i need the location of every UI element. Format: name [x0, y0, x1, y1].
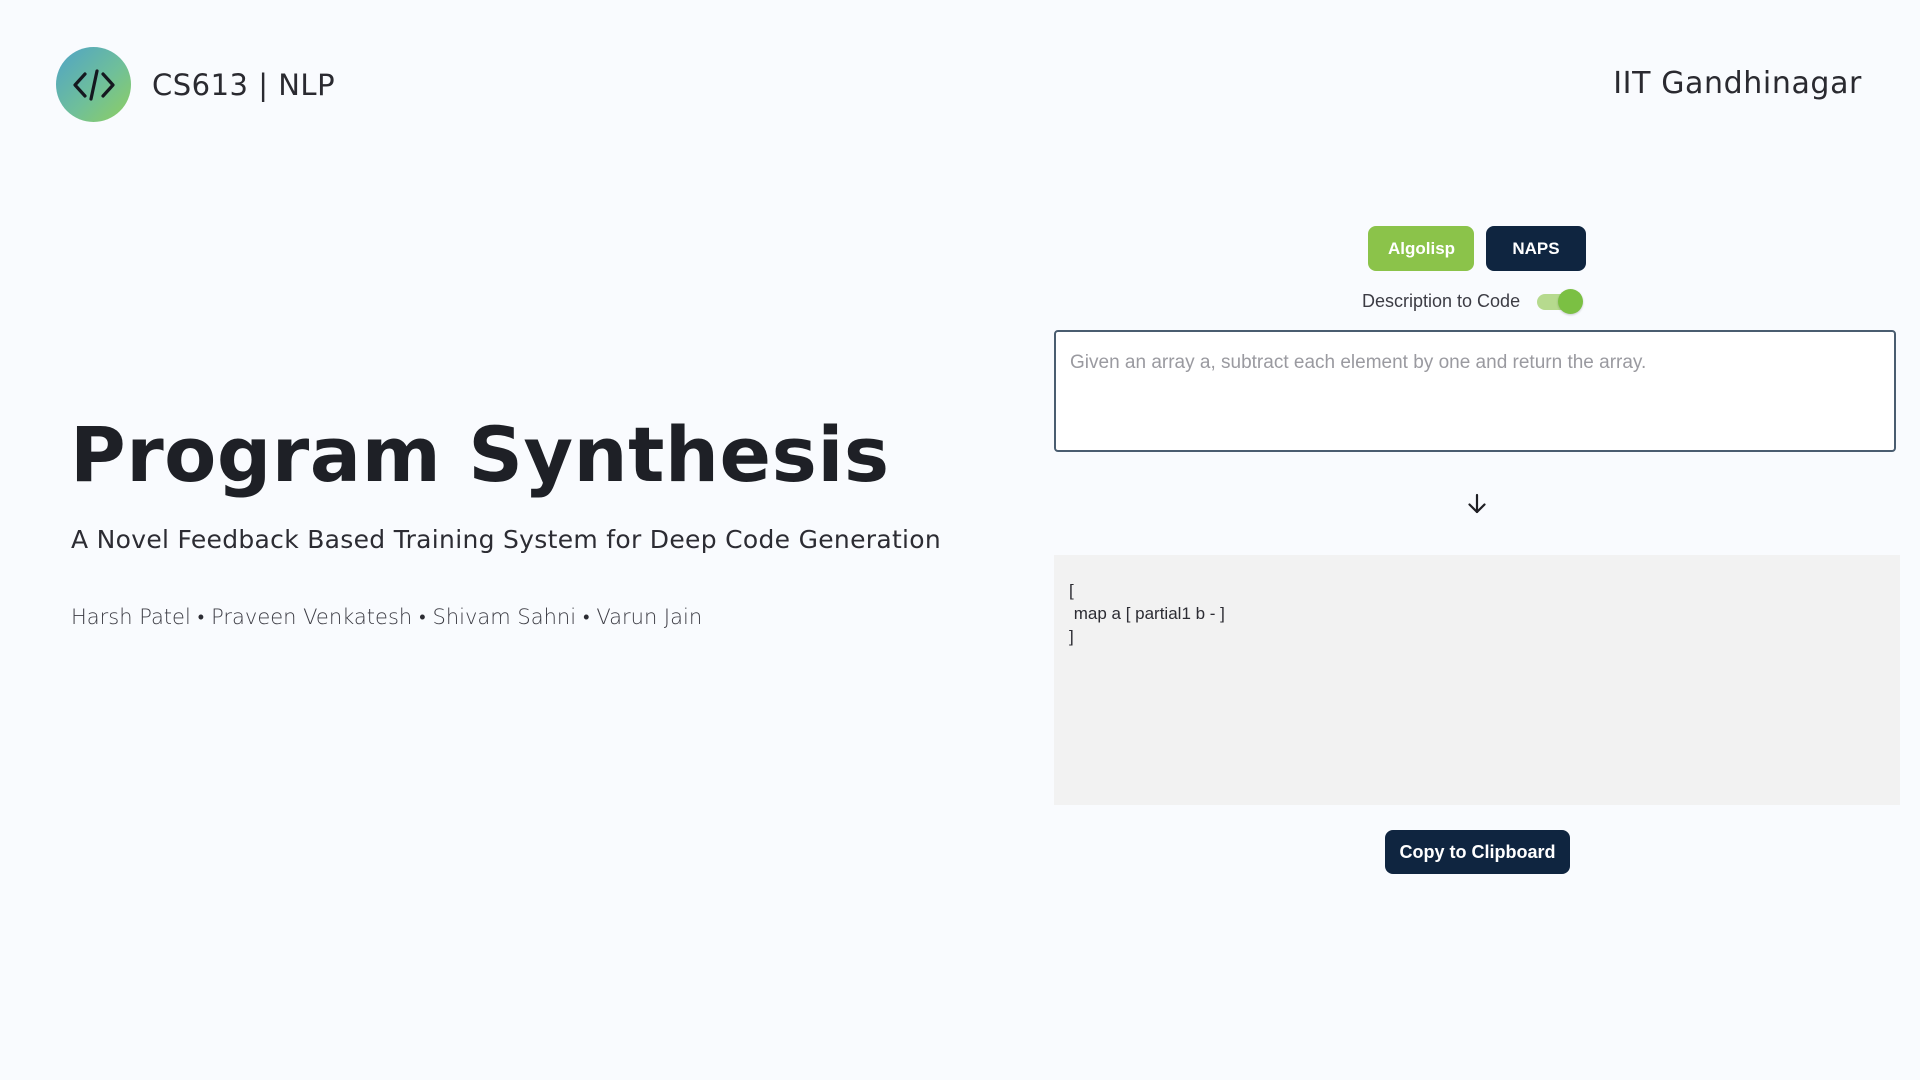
author-separator: • — [419, 606, 426, 628]
author-name: Varun Jain — [596, 605, 703, 629]
mode-label: Description to Code — [1362, 290, 1521, 311]
algolisp-button[interactable]: Algolisp — [1368, 226, 1474, 271]
author-name: Harsh Patel — [71, 605, 191, 629]
toggle-knob — [1558, 289, 1584, 314]
arrow-down-icon — [1465, 492, 1489, 516]
author-name: Praveen Venkatesh — [211, 605, 413, 629]
page-title: Program Synthesis — [70, 410, 890, 499]
page-subtitle: A Novel Feedback Based Training System f… — [71, 525, 942, 554]
naps-button[interactable]: NAPS — [1486, 226, 1586, 271]
author-name: Shivam Sahni — [432, 605, 577, 629]
mode-row: Description to Code — [1362, 289, 1584, 314]
author-separator: • — [197, 606, 205, 628]
page: CS613 | NLP IIT Gandhinagar Program Synt… — [0, 0, 1920, 1080]
mode-toggle[interactable] — [1537, 289, 1584, 314]
brand[interactable]: CS613 | NLP — [56, 47, 335, 122]
brand-title: CS613 | NLP — [152, 67, 336, 102]
author-separator: • — [583, 606, 590, 628]
author-list: Harsh Patel • Praveen Venkatesh • Shivam… — [71, 605, 702, 629]
code-brackets-icon — [56, 47, 131, 122]
description-input[interactable] — [1054, 330, 1896, 452]
code-output: [ map a [ partial1 b - ] ] — [1054, 555, 1900, 805]
dataset-selector: Algolisp NAPS — [1368, 226, 1586, 271]
copy-to-clipboard-button[interactable]: Copy to Clipboard — [1385, 830, 1570, 874]
institute-name: IIT Gandhinagar — [1613, 66, 1862, 101]
